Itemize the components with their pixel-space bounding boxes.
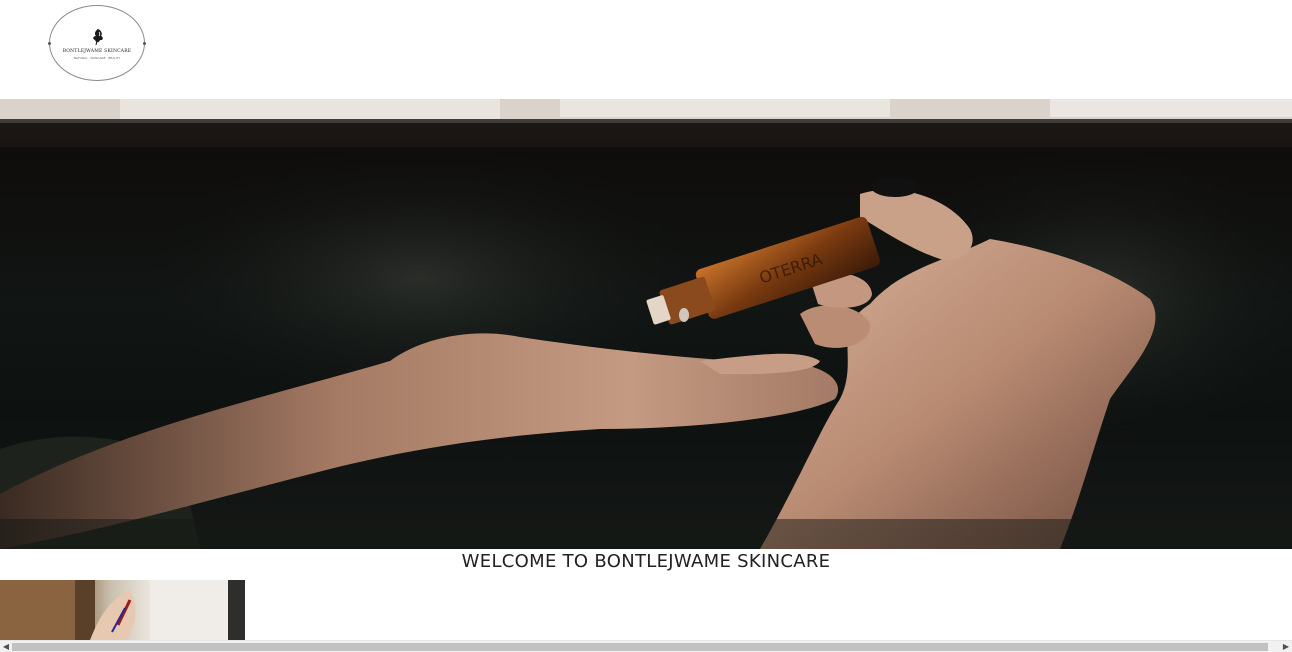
thumbnail-image	[0, 580, 245, 640]
welcome-heading: WELCOME TO BONTLEJWAME SKINCARE	[461, 551, 831, 572]
skincare-application-thumbnail[interactable]	[0, 580, 245, 640]
scroll-left-arrow-icon[interactable]: ◀	[0, 641, 12, 652]
flower-silhouette-icon	[93, 29, 103, 46]
logo-dot-left	[48, 42, 51, 45]
page: BONTLEJWAME SKINCARE NATURAL · SKINCARE …	[0, 0, 1292, 652]
site-header: BONTLEJWAME SKINCARE NATURAL · SKINCARE …	[0, 0, 1292, 99]
horizontal-scrollbar[interactable]: ◀ ▶	[0, 640, 1292, 652]
logo-brand-name: BONTLEJWAME SKINCARE	[62, 49, 132, 54]
hand-dropping-oil-image: OTERRA	[0, 99, 1292, 549]
scroll-right-arrow-icon[interactable]: ▶	[1280, 641, 1292, 652]
logo-dot-right	[143, 42, 146, 45]
logo-tagline: NATURAL · SKINCARE · BEAUTY	[73, 56, 121, 60]
logo[interactable]: BONTLEJWAME SKINCARE NATURAL · SKINCARE …	[48, 5, 146, 81]
scrollbar-thumb[interactable]	[12, 643, 1268, 651]
hero-image: OTERRA	[0, 99, 1292, 549]
